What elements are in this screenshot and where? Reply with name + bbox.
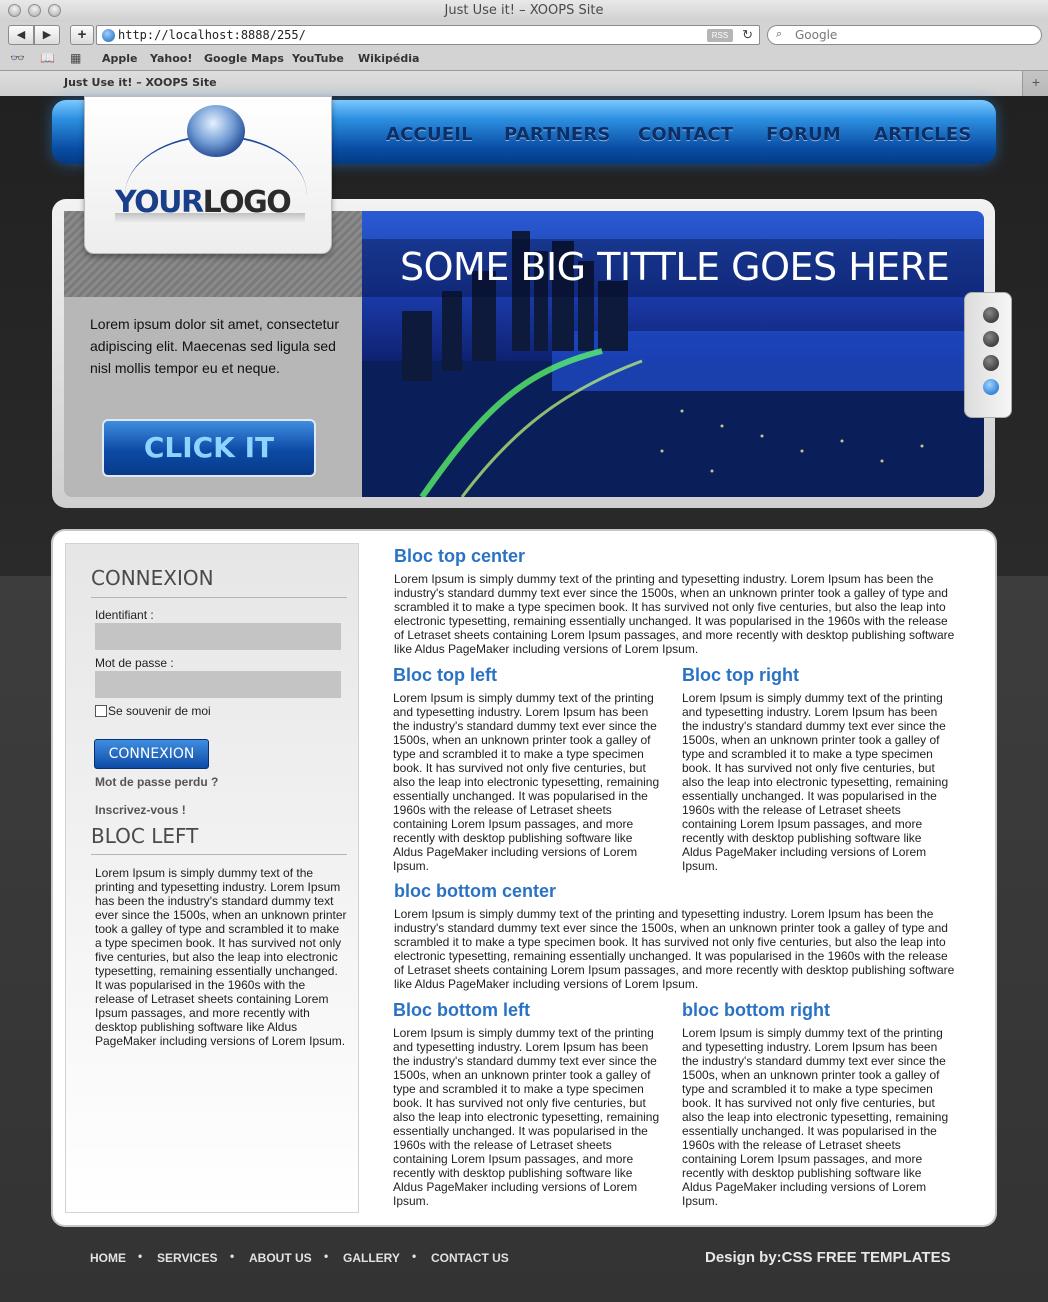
window-title: Just Use it! – XOOPS Site — [444, 3, 604, 18]
logo-reflection — [115, 213, 305, 223]
reload-icon[interactable]: ↻ — [742, 27, 753, 43]
nav-accueil[interactable]: ACCUEIL — [386, 124, 473, 145]
lost-password-link[interactable]: Mot de passe perdu ? — [95, 775, 218, 789]
nav-contact[interactable]: CONTACT — [638, 124, 733, 145]
grid-icon[interactable]: ▦ — [70, 51, 81, 65]
content-panel: CONNEXION Identifiant : Mot de passe : S… — [53, 531, 995, 1225]
bookmark-youtube[interactable]: YouTube — [292, 52, 344, 65]
nav-partners[interactable]: PARTNERS — [504, 124, 611, 145]
footer-credit: Design by:CSS FREE TEMPLATES — [705, 1249, 951, 1266]
nav-articles[interactable]: ARTICLES — [874, 124, 972, 145]
slider-pagination — [964, 292, 1012, 418]
bookmark-wikipedia[interactable]: Wikipédia — [358, 52, 419, 65]
site-favicon-icon — [102, 29, 115, 42]
footer-home-link[interactable]: HOME — [90, 1251, 126, 1265]
address-bar[interactable]: http://localhost:8888/255/ RSS ↻ — [96, 25, 760, 45]
slide-dot-4-active[interactable] — [983, 379, 999, 395]
bloc-top-left-title: Bloc top left — [393, 665, 497, 685]
bloc-bottom-center-text: Lorem Ipsum is simply dummy text of the … — [394, 907, 955, 991]
footer-gallery-link[interactable]: GALLERY — [343, 1251, 400, 1265]
bloc-top-left-text: Lorem Ipsum is simply dummy text of the … — [393, 691, 660, 873]
plus-icon: + — [77, 26, 87, 43]
bloc-bottom-right-title: bloc bottom right — [682, 1000, 830, 1020]
slide-dot-2[interactable] — [983, 331, 999, 347]
rss-badge[interactable]: RSS — [707, 29, 733, 42]
tab-title: Just Use it! – XOOPS Site — [64, 76, 217, 89]
username-label: Identifiant : — [95, 608, 154, 622]
bloc-bottom-left-text: Lorem Ipsum is simply dummy text of the … — [393, 1026, 660, 1208]
bloc-left-text: Lorem Ipsum is simply dummy text of the … — [95, 866, 347, 1048]
search-placeholder: Google — [795, 28, 838, 42]
register-link[interactable]: Inscrivez-vous ! — [95, 803, 186, 817]
bloc-left-divider — [91, 854, 347, 855]
bloc-bottom-center-title: bloc bottom center — [394, 881, 557, 901]
click-it-button[interactable]: CLICK IT — [102, 419, 316, 477]
bloc-bottom-left-title: Bloc bottom left — [393, 1000, 530, 1020]
web-page: ACCUEIL PARTNERS CONTACT FORUM ARTICLES … — [0, 96, 1048, 1302]
bloc-bottom-right-text: Lorem Ipsum is simply dummy text of the … — [682, 1026, 949, 1208]
url-text: http://localhost:8888/255/ — [118, 28, 306, 42]
back-button[interactable]: ◀ — [8, 25, 34, 45]
tab-current[interactable]: Just Use it! – XOOPS Site — [0, 71, 1023, 96]
zoom-window-button[interactable] — [48, 4, 61, 17]
search-field[interactable]: ⌕ Google — [767, 25, 1042, 45]
footer-separator: • — [324, 1249, 329, 1263]
slide-dot-1[interactable] — [983, 307, 999, 323]
footer-about-link[interactable]: ABOUT US — [249, 1251, 312, 1265]
slide-dot-3[interactable] — [983, 355, 999, 371]
back-arrow-icon: ◀ — [16, 29, 26, 41]
password-label: Mot de passe : — [95, 656, 174, 670]
book-icon[interactable]: 📖 — [40, 51, 55, 65]
left-sidebar: CONNEXION Identifiant : Mot de passe : S… — [65, 543, 359, 1213]
globe-icon — [187, 105, 245, 157]
bloc-top-center-text: Lorem Ipsum is simply dummy text of the … — [394, 572, 955, 656]
remember-me-label: Se souvenir de moi — [108, 704, 211, 718]
close-window-button[interactable] — [8, 4, 21, 17]
minimize-window-button[interactable] — [28, 4, 41, 17]
hero-intro-text: Lorem ipsum dolor sit amet, consectetur … — [90, 316, 339, 376]
bloc-left-heading: BLOC LEFT — [91, 824, 199, 848]
forward-arrow-icon: ▶ — [42, 29, 52, 41]
new-tab-icon[interactable]: + — [1032, 74, 1040, 90]
bloc-top-right-title: Bloc top right — [682, 665, 799, 685]
bloc-top-center-title: Bloc top center — [394, 546, 526, 566]
browser-toolbar: ◀ ▶ + http://localhost:8888/255/ RSS ↻ ⌕… — [0, 22, 1048, 48]
footer-contact-link[interactable]: CONTACT US — [431, 1251, 509, 1265]
nav-forum[interactable]: FORUM — [766, 124, 841, 145]
window-titlebar: Just Use it! – XOOPS Site — [0, 0, 1048, 22]
bookmark-apple[interactable]: Apple — [102, 52, 138, 65]
remember-me-checkbox[interactable] — [95, 705, 107, 717]
footer-separator: • — [412, 1249, 417, 1263]
password-input[interactable] — [95, 671, 341, 698]
search-icon: ⌕ — [776, 28, 783, 40]
footer-separator: • — [230, 1249, 235, 1263]
bookmark-google-maps[interactable]: Google Maps — [204, 52, 284, 65]
forward-button[interactable]: ▶ — [34, 25, 60, 45]
login-divider — [91, 597, 347, 598]
footer-services-link[interactable]: SERVICES — [157, 1251, 217, 1265]
tab-bar: Just Use it! – XOOPS Site + — [0, 70, 1048, 96]
login-button[interactable]: CONNEXION — [94, 739, 209, 769]
hero-title: SOME BIG TITTLE GOES HERE — [400, 245, 950, 289]
login-heading: CONNEXION — [91, 566, 214, 590]
bloc-top-right-text: Lorem Ipsum is simply dummy text of the … — [682, 691, 949, 873]
add-bookmark-button[interactable]: + — [70, 25, 94, 45]
site-logo[interactable]: YOURLOGO — [84, 96, 332, 254]
hero-city-image: SOME BIG TITTLE GOES HERE — [362, 211, 984, 497]
bookmarks-bar: 👓 📖 ▦ Apple Yahoo! Google Maps YouTube W… — [0, 48, 1048, 70]
bookmark-yahoo[interactable]: Yahoo! — [150, 52, 192, 65]
footer-separator: • — [138, 1249, 143, 1263]
username-input[interactable] — [95, 623, 341, 650]
reading-glasses-icon[interactable]: 👓 — [10, 51, 25, 65]
